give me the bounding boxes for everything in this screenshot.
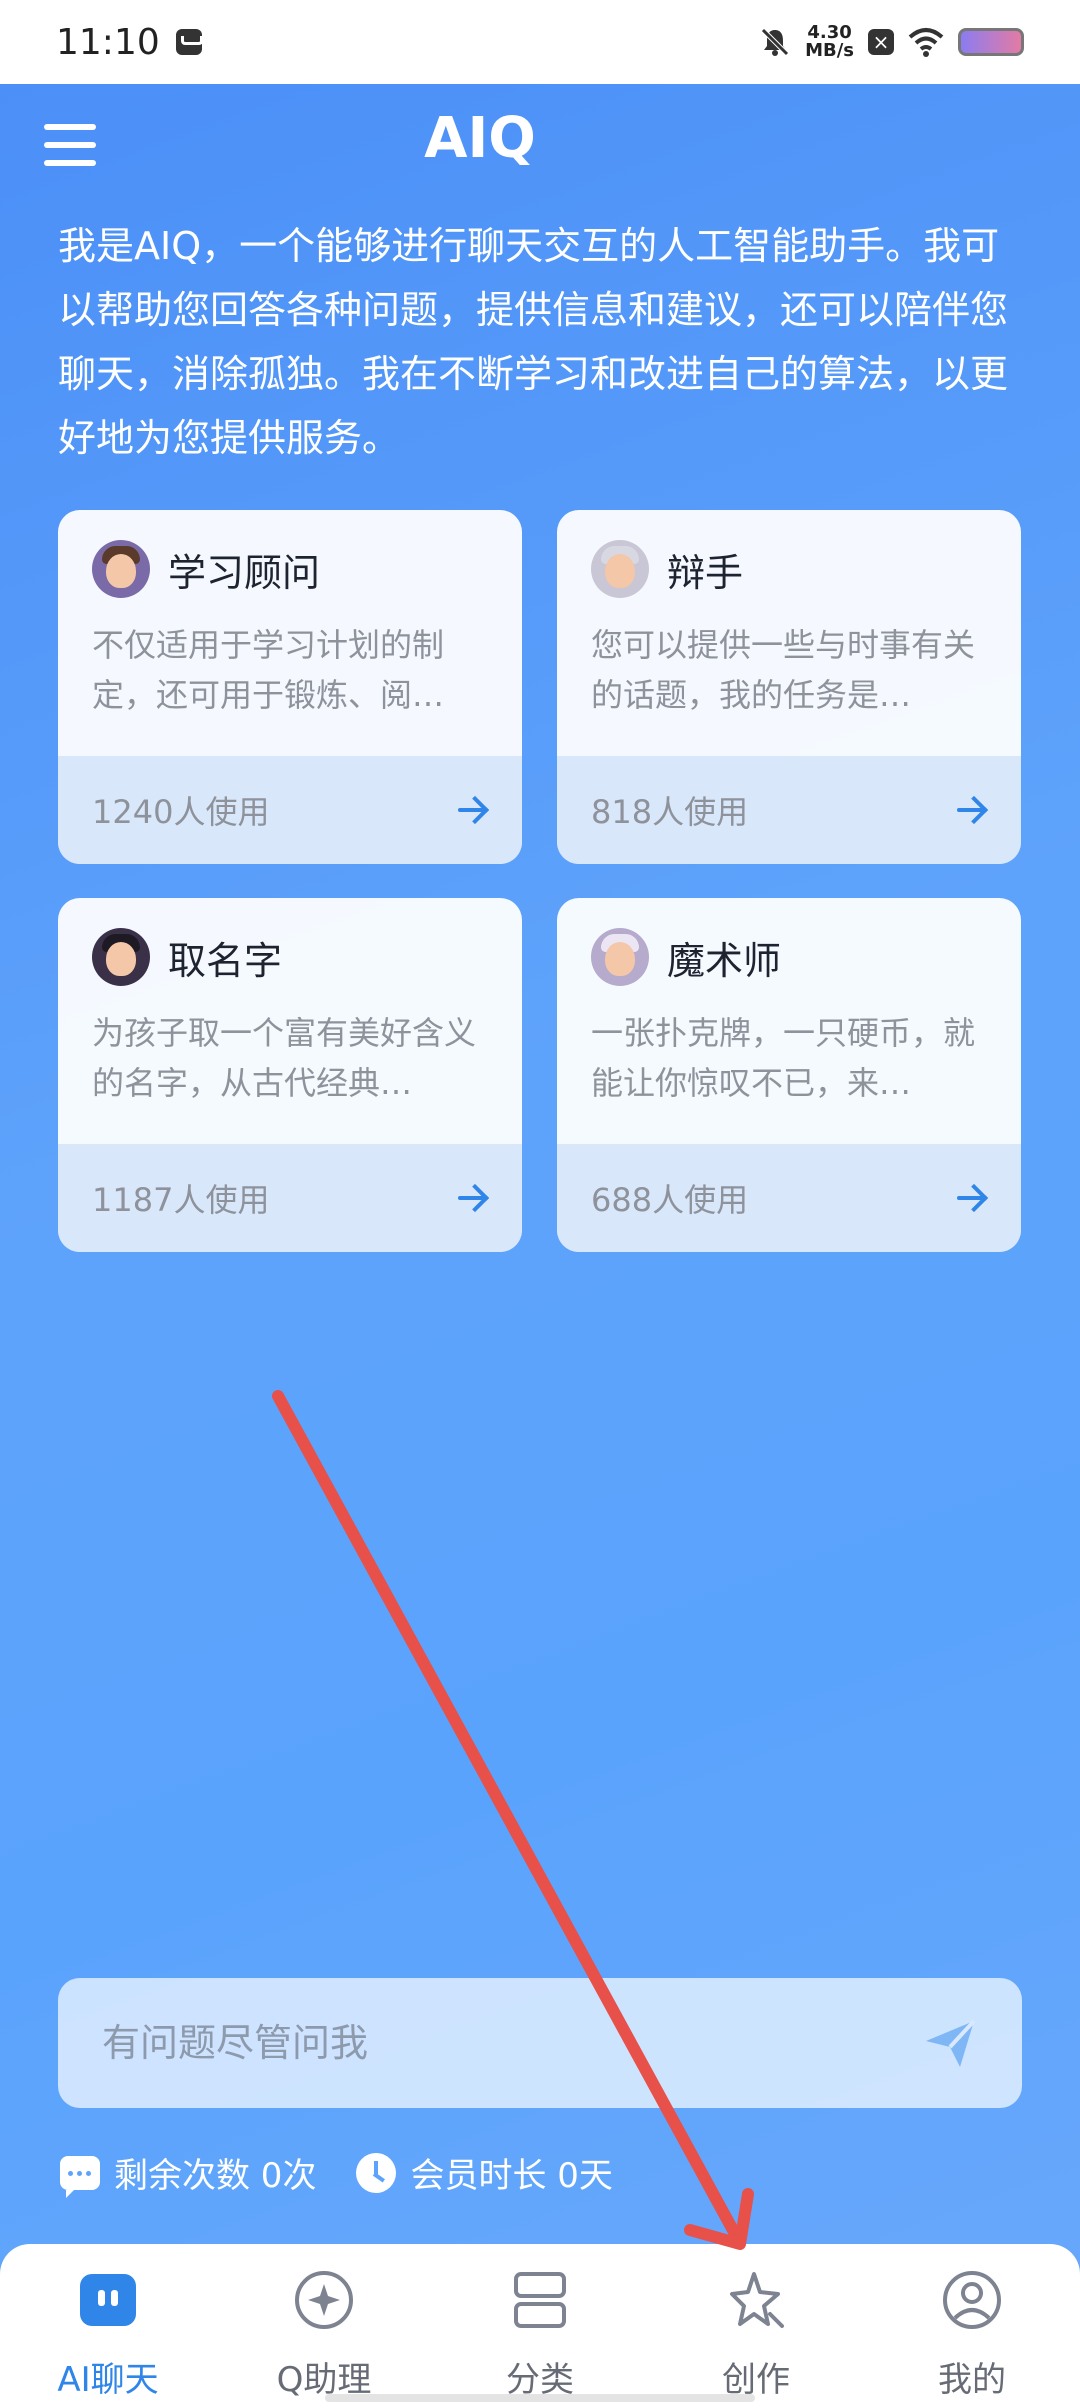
card-description: 一张扑克牌，一只硬币，就能让你惊叹不已，来… [591,1014,976,1102]
card-usage-count: 818人使用 [591,793,749,831]
chat-input-bar[interactable] [58,1978,1022,2108]
home-indicator [325,2394,755,2402]
nav-item-category[interactable]: 分类 [440,2268,640,2401]
compass-icon [295,2271,353,2329]
card-title: 学习顾问 [168,550,321,595]
chat-input[interactable] [102,2021,882,2065]
assistant-card-debater[interactable]: 辩手 您可以提供一些与时事有关的话题，我的任务是… 818人使用 [557,510,1021,864]
nav-item-ai-chat[interactable]: AI聊天 [8,2268,208,2401]
user-icon [943,2271,1001,2329]
assistant-card-magician[interactable]: 魔术师 一张扑克牌，一只硬币，就能让你惊叹不已，来… 688人使用 [557,898,1021,1252]
status-bar: 11:10 4.30 MB/s × [0,0,1080,84]
remaining-count: 剩余次数 0次 [60,2148,317,2198]
close-notification-icon: × [868,29,894,55]
assistant-card-naming[interactable]: 取名字 为孩子取一个富有美好含义的名字，从古代经典… 1187人使用 [58,898,522,1252]
membership-duration-text: 会员时长 0天 [410,2156,613,2196]
nav-item-assistant[interactable]: Q助理 [224,2268,424,2401]
star-pen-icon [730,2272,784,2328]
arrow-right-icon[interactable] [458,795,488,825]
status-left: 11:10 [56,21,203,63]
app-title: AIQ [424,106,536,171]
avatar [591,928,649,986]
bottom-nav: AI聊天 Q助理 分类 创作 我的 [0,2244,1080,2408]
card-title: 取名字 [168,938,283,983]
category-icon [514,2272,566,2328]
send-icon[interactable] [922,2015,978,2071]
arrow-right-icon[interactable] [458,1183,488,1213]
nav-item-create[interactable]: 创作 [656,2268,856,2401]
avatar [92,928,150,986]
card-usage-count: 1187人使用 [92,1181,270,1219]
card-description: 为孩子取一个富有美好含义的名字，从古代经典… [92,1014,477,1102]
assistant-card-study-advisor[interactable]: 学习顾问 不仅适用于学习计划的制定，还可用于锻炼、阅… 1240人使用 [58,510,522,864]
card-description: 您可以提供一些与时事有关的话题，我的任务是… [591,626,976,714]
speed-unit: MB/s [805,40,854,61]
nav-label: AI聊天 [57,2360,159,2400]
card-description: 不仅适用于学习计划的制定，还可用于锻炼、阅… [92,626,445,714]
wifi-icon [908,28,944,57]
avatar [591,540,649,598]
card-usage-count: 688人使用 [591,1181,749,1219]
clock-icon [356,2152,397,2193]
quota-info: 剩余次数 0次 会员时长 0天 [60,2148,613,2198]
battery-icon [958,28,1024,56]
membership-duration: 会员时长 0天 [356,2148,613,2197]
avatar [92,540,150,598]
chat-bubble-icon [80,2274,136,2326]
remaining-count-text: 剩余次数 0次 [114,2156,317,2196]
intro-text: 我是AIQ，一个能够进行聊天交互的人工智能助手。我可以帮助您回答各种问题，提供信… [58,224,1009,460]
arrow-right-icon[interactable] [957,1183,987,1213]
card-usage-count: 1240人使用 [92,793,270,831]
arrow-right-icon[interactable] [957,795,987,825]
nav-label: 我的 [938,2360,1006,2400]
network-speed: 4.30 MB/s [805,24,854,60]
mail-notification-icon [175,29,203,55]
message-icon [60,2155,100,2198]
mute-icon [761,28,789,56]
status-time: 11:10 [56,21,160,63]
card-title: 魔术师 [667,938,782,983]
card-title: 辩手 [667,550,744,595]
nav-item-profile[interactable]: 我的 [872,2268,1072,2401]
status-right: 4.30 MB/s × [759,24,1024,60]
